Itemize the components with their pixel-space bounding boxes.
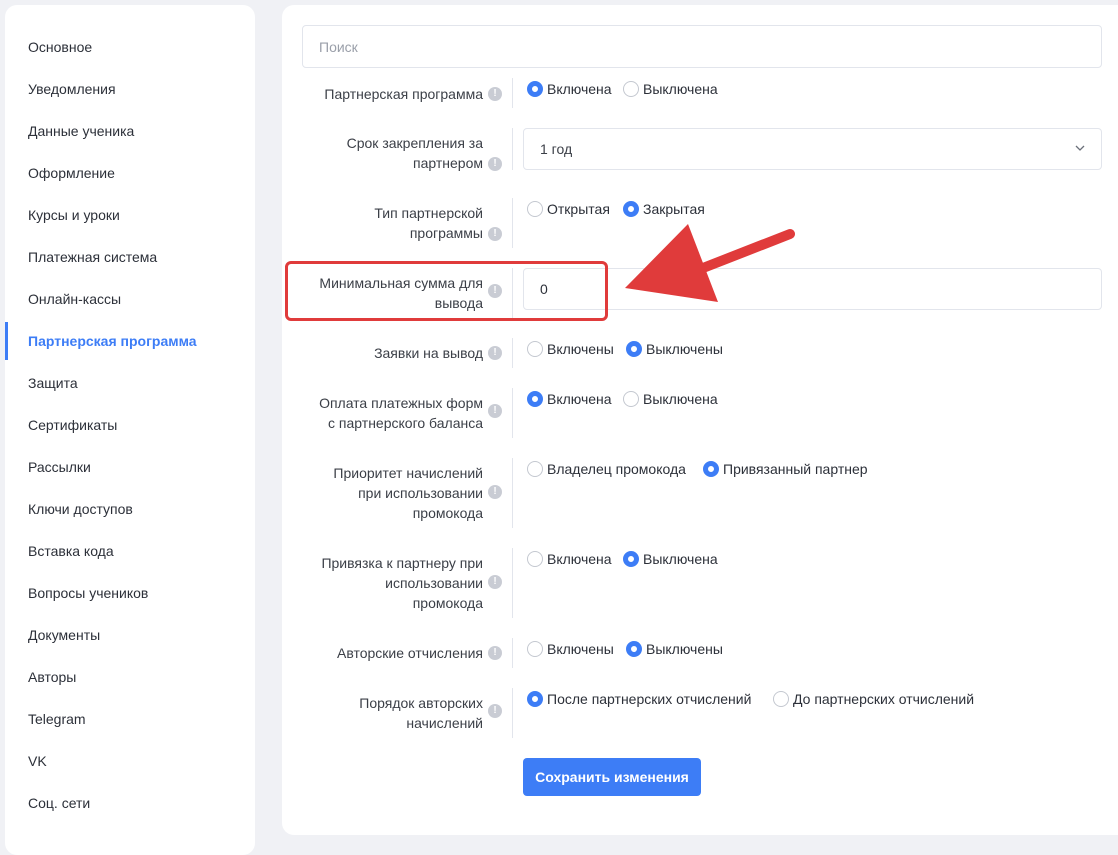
- sidebar-item-documents[interactable]: Документы: [5, 620, 255, 650]
- promo-priority-label-line1: Приоритет начислений: [333, 465, 483, 481]
- radio-withdrawal-requests-enabled[interactable]: [527, 341, 543, 357]
- radio-program-type-open[interactable]: [527, 201, 543, 217]
- sidebar-item-notifications[interactable]: Уведомления: [5, 74, 255, 104]
- min-withdrawal-input[interactable]: [523, 268, 1102, 310]
- radio-author-fees-disabled[interactable]: [626, 641, 642, 657]
- info-icon[interactable]: !: [488, 575, 502, 589]
- payment-from-balance-label-line2: с партнерского баланса: [328, 415, 483, 431]
- radio-withdrawal-requests-disabled[interactable]: [626, 341, 642, 357]
- promo-binding-label-line2: использовании: [385, 575, 483, 591]
- author-fees-label: Авторские отчисления: [336, 645, 483, 661]
- sidebar-item-authors[interactable]: Авторы: [5, 662, 255, 692]
- info-icon[interactable]: !: [488, 704, 502, 718]
- sidebar-item-payment-system[interactable]: Платежная система: [5, 242, 255, 272]
- radio-partner-program-enabled[interactable]: [527, 81, 543, 97]
- option-label: Выключены: [646, 341, 723, 357]
- info-icon[interactable]: !: [488, 346, 502, 360]
- radio-payment-balance-enabled[interactable]: [527, 391, 543, 407]
- option-label: Выключены: [646, 641, 723, 657]
- sidebar-item-certificates[interactable]: Сертификаты: [5, 410, 255, 440]
- partner-program-label: Партнерская программа: [324, 86, 483, 102]
- option-label: Привязанный партнер: [723, 461, 868, 477]
- promo-binding-label-line1: Привязка к партнеру при: [321, 555, 483, 571]
- option-label: Закрытая: [643, 201, 705, 217]
- divider: [512, 198, 513, 248]
- info-icon[interactable]: !: [488, 646, 502, 660]
- radio-promo-priority-owner[interactable]: [527, 461, 543, 477]
- info-icon[interactable]: !: [488, 404, 502, 418]
- sidebar-item-online-cash[interactable]: Онлайн-кассы: [5, 284, 255, 314]
- program-type-label-line1: Тип партнерской: [374, 205, 483, 221]
- promo-priority-label-line3: промокода: [412, 505, 483, 521]
- divider: [512, 388, 513, 438]
- binding-period-select[interactable]: 1 год: [523, 128, 1102, 170]
- select-value: 1 год: [540, 141, 573, 157]
- sidebar-item-security[interactable]: Защита: [5, 368, 255, 398]
- sidebar-item-courses[interactable]: Курсы и уроки: [5, 200, 255, 230]
- option-label: Включена: [547, 391, 612, 407]
- settings-sidebar: Основное Уведомления Данные ученика Офор…: [5, 5, 255, 855]
- withdrawal-requests-label: Заявки на вывод: [374, 345, 483, 361]
- option-label: Выключена: [643, 391, 718, 407]
- option-label: Включены: [547, 341, 614, 357]
- sidebar-item-mailings[interactable]: Рассылки: [5, 452, 255, 482]
- option-label: Выключена: [643, 551, 718, 567]
- radio-author-fees-enabled[interactable]: [527, 641, 543, 657]
- info-icon[interactable]: !: [488, 157, 502, 171]
- option-label: Владелец промокода: [547, 461, 686, 477]
- option-label: Открытая: [547, 201, 610, 217]
- radio-author-order-before[interactable]: [773, 691, 789, 707]
- binding-period-label-line1: Срок закрепления за: [346, 135, 483, 151]
- info-icon[interactable]: !: [488, 87, 502, 101]
- author-fees-order-label-line1: Порядок авторских: [359, 695, 483, 711]
- info-icon[interactable]: !: [488, 284, 502, 298]
- promo-binding-label-line3: промокода: [412, 595, 483, 611]
- radio-partner-program-disabled[interactable]: [623, 81, 639, 97]
- min-withdrawal-label-line2: вывода: [434, 295, 483, 311]
- promo-priority-label-line2: при использовании: [358, 485, 483, 501]
- info-icon[interactable]: !: [488, 485, 502, 499]
- sidebar-item-social[interactable]: Соц. сети: [5, 788, 255, 818]
- min-withdrawal-label-line1: Минимальная сумма для: [319, 275, 483, 291]
- program-type-label-line2: программы: [409, 225, 483, 241]
- save-button[interactable]: Сохранить изменения: [523, 758, 701, 796]
- radio-payment-balance-disabled[interactable]: [623, 391, 639, 407]
- divider: [512, 128, 513, 170]
- sidebar-item-access-keys[interactable]: Ключи доступов: [5, 494, 255, 524]
- sidebar-item-student-data[interactable]: Данные ученика: [5, 116, 255, 146]
- option-label: Выключена: [643, 81, 718, 97]
- divider: [512, 458, 513, 528]
- radio-promo-binding-enabled[interactable]: [527, 551, 543, 567]
- divider: [512, 548, 513, 618]
- sidebar-item-design[interactable]: Оформление: [5, 158, 255, 188]
- sidebar-item-student-questions[interactable]: Вопросы учеников: [5, 578, 255, 608]
- divider: [512, 268, 513, 318]
- search-input[interactable]: [302, 25, 1102, 68]
- divider: [512, 338, 513, 368]
- sidebar-item-telegram[interactable]: Telegram: [5, 704, 255, 734]
- info-icon[interactable]: !: [488, 227, 502, 241]
- binding-period-label-line2: партнером: [413, 155, 483, 171]
- radio-program-type-closed[interactable]: [623, 201, 639, 217]
- divider: [512, 638, 513, 668]
- radio-promo-binding-disabled[interactable]: [623, 551, 639, 567]
- option-label: После партнерских отчислений: [547, 691, 752, 707]
- option-label: До партнерских отчислений: [793, 691, 975, 707]
- sidebar-item-vk[interactable]: VK: [5, 746, 255, 776]
- option-label: Включена: [547, 551, 612, 567]
- sidebar-item-partner-program[interactable]: Партнерская программа: [5, 322, 255, 360]
- radio-promo-priority-partner[interactable]: [703, 461, 719, 477]
- divider: [512, 78, 513, 108]
- option-label: Включена: [547, 81, 612, 97]
- sidebar-item-basic[interactable]: Основное: [5, 32, 255, 62]
- payment-from-balance-label-line1: Оплата платежных форм: [319, 395, 483, 411]
- divider: [512, 688, 513, 738]
- radio-author-order-after[interactable]: [527, 691, 543, 707]
- sidebar-item-code-insert[interactable]: Вставка кода: [5, 536, 255, 566]
- option-label: Включены: [547, 641, 614, 657]
- chevron-down-icon: [1075, 145, 1085, 151]
- author-fees-order-label-line2: начислений: [406, 715, 483, 731]
